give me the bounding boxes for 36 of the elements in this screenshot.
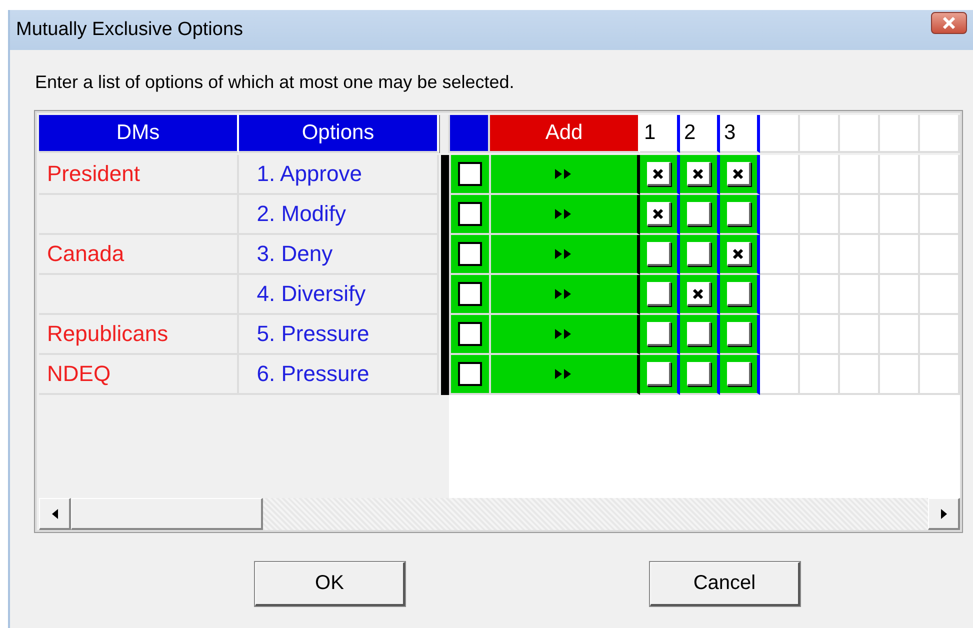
window-title: Mutually Exclusive Options xyxy=(16,19,244,41)
x-mark-icon xyxy=(651,166,666,180)
scroll-thumb[interactable] xyxy=(71,498,263,530)
checkbox[interactable] xyxy=(458,242,482,266)
table-cell: NDEQ xyxy=(39,355,239,395)
scroll-left-button[interactable] xyxy=(39,498,71,530)
column-header: Options xyxy=(239,115,439,153)
column-header: 2 xyxy=(680,115,720,153)
right-arrow-icon xyxy=(940,508,946,518)
checkbox[interactable] xyxy=(458,202,482,226)
left-arrow-icon xyxy=(52,508,58,518)
table-cell: Republicans xyxy=(39,315,239,355)
x-mark-icon xyxy=(651,206,666,220)
column-header: 3 xyxy=(720,115,760,153)
x-mark-icon xyxy=(731,166,746,180)
close-button[interactable] xyxy=(931,12,967,34)
checkbox[interactable] xyxy=(458,282,482,306)
dialog-button[interactable]: Cancel xyxy=(650,562,800,606)
checkbox[interactable] xyxy=(458,362,482,386)
scroll-right-button[interactable] xyxy=(928,498,960,530)
column-header: DMs xyxy=(39,115,239,153)
column-header: 1 xyxy=(640,115,680,153)
column-header: Add xyxy=(490,115,640,153)
close-icon xyxy=(941,17,957,29)
table-cell: President xyxy=(39,155,239,195)
x-mark-icon xyxy=(731,246,746,260)
x-mark-icon xyxy=(691,286,706,300)
instruction-text: Enter a list of options of which at most one may be selected. xyxy=(35,71,516,94)
column-separator xyxy=(439,115,450,153)
table-cell: Canada xyxy=(39,235,239,275)
checkbox[interactable] xyxy=(458,322,482,346)
dialog-button[interactable]: OK xyxy=(255,562,405,606)
horizontal-scrollbar[interactable] xyxy=(39,498,960,530)
checkbox[interactable] xyxy=(458,162,482,186)
column-header xyxy=(450,115,490,153)
x-mark-icon xyxy=(691,166,706,180)
